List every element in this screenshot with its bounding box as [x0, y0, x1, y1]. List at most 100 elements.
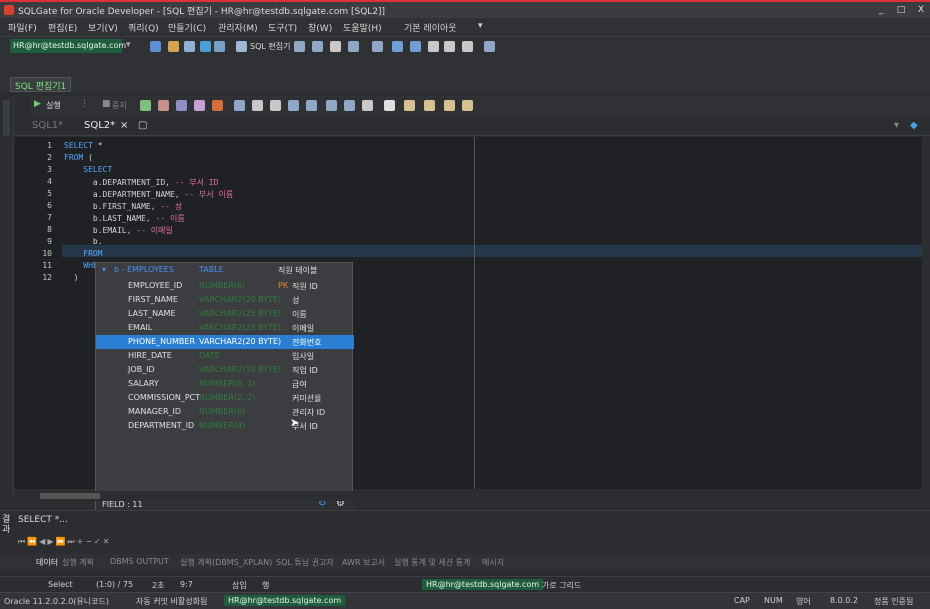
menu-window[interactable]: 창(W) [308, 21, 332, 34]
history-icon[interactable] [462, 100, 473, 111]
user-icon[interactable] [428, 41, 439, 52]
code-line[interactable]: b. [64, 237, 103, 246]
code-line[interactable]: SELECT [64, 165, 112, 174]
code-line[interactable]: b.FIRST_NAME, -- 성 [64, 201, 182, 212]
menu-file[interactable]: 파일(F) [8, 21, 37, 34]
play-icon[interactable]: ▶ [34, 99, 41, 109]
commit-icon[interactable] [140, 100, 151, 111]
window-icon[interactable] [392, 41, 403, 52]
step-icon[interactable]: ⋮ [80, 99, 89, 109]
results-query-tab[interactable]: SELECT *... [18, 515, 68, 525]
menu-edit[interactable]: 편집(E) [48, 21, 77, 34]
indent-icon[interactable] [288, 100, 299, 111]
uncomment-icon[interactable] [344, 100, 355, 111]
gear-icon[interactable] [330, 41, 341, 52]
autocomplete-item[interactable]: FIRST_NAME VARCHAR2(20 BYTE) 성 [96, 293, 354, 307]
code-line[interactable]: a.DEPARTMENT_ID, -- 부서 ID [64, 177, 219, 188]
format-icon[interactable] [194, 100, 205, 111]
minimize-button[interactable]: _ [872, 4, 890, 17]
autocomplete-item[interactable]: PHONE_NUMBER VARCHAR2(20 BYTE) 전화번호 [96, 335, 354, 349]
menu-help[interactable]: 도움말(H) [343, 21, 382, 34]
comment-icon[interactable] [326, 100, 337, 111]
connection-select[interactable]: HR@hr@testdb.sqlgate.com [10, 39, 126, 53]
compare-icon[interactable] [372, 41, 383, 52]
open-file-icon[interactable] [404, 100, 415, 111]
new-tab-icon[interactable]: ▢ [138, 120, 147, 131]
case-icon[interactable] [362, 100, 373, 111]
autocomplete-item[interactable]: LAST_NAME VARCHAR2(25 BYTE) 이름 [96, 307, 354, 321]
menu-view[interactable]: 보기(V) [88, 21, 118, 34]
bookmark-icon[interactable] [212, 100, 223, 111]
monitor-icon[interactable] [484, 41, 495, 52]
replace-icon[interactable] [252, 100, 263, 111]
close-button[interactable]: X [912, 4, 930, 17]
grid-view-icon[interactable] [270, 100, 281, 111]
chevron-down-icon[interactable]: ▾ [478, 21, 483, 31]
results-navigator[interactable]: ⏮⏪◀▶⏩⏭+−✓✕ [18, 537, 111, 547]
export-icon[interactable] [444, 41, 455, 52]
menu-tools[interactable]: 도구(T) [268, 21, 297, 34]
menu-admin[interactable]: 관리자(M) [218, 21, 258, 34]
editor-horizontal-scrollbar[interactable] [30, 491, 922, 501]
disconnect-icon[interactable] [214, 41, 225, 52]
sql-editor-label[interactable]: SQL 편집기 [250, 41, 290, 52]
tab-awr-report[interactable]: AWR 보고서 [342, 557, 385, 568]
brush-icon[interactable] [184, 41, 195, 52]
paste-icon[interactable] [444, 100, 455, 111]
side-panel-toggle[interactable] [3, 100, 10, 136]
autocomplete-item[interactable]: SALARY NUMBER(8, 2) 급여 [96, 377, 354, 391]
tab-sql-tuning[interactable]: SQL 튜닝 권고자 [276, 557, 334, 568]
status-grid-mode[interactable]: 가로 그리드 [542, 580, 581, 591]
autocomplete-item[interactable]: DEPARTMENT_ID NUMBER(4) 부서 ID [96, 419, 354, 433]
outdent-icon[interactable] [306, 100, 317, 111]
stop-button[interactable]: 중지 [112, 100, 127, 111]
tab-execution-stats[interactable]: 실행 통계 및 세션 통계 [394, 557, 470, 568]
pencil-icon[interactable] [168, 41, 179, 52]
layout-select[interactable]: 기본 레이아웃 [404, 21, 457, 34]
tab-messages[interactable]: 메시지 [482, 557, 504, 568]
menu-query[interactable]: 쿼리(Q) [128, 21, 159, 34]
tab-data[interactable]: 데이터 [36, 557, 58, 568]
connect-icon[interactable] [200, 41, 211, 52]
new-file-icon[interactable] [384, 100, 395, 111]
autocomplete-item[interactable]: COMMISSION_PCT NUMBER(2, 2) 커미션율 [96, 391, 354, 405]
tab-sql-editor-1[interactable]: SQL 편집기1 [10, 77, 72, 92]
code-line[interactable]: FROM ( [64, 153, 93, 162]
schema-icon[interactable] [312, 41, 323, 52]
save-icon[interactable] [150, 41, 161, 52]
rollback-icon[interactable] [158, 100, 169, 111]
code-line[interactable]: ) [64, 273, 79, 282]
menu-create[interactable]: 만들기(C) [168, 21, 206, 34]
autocomplete-popup[interactable]: ▾ b - EMPLOYEES TABLE 직원 테이블 EMPLOYEE_ID… [95, 262, 354, 513]
layout-icon[interactable] [410, 41, 421, 52]
tab-list-icon[interactable]: ▾ [894, 120, 899, 131]
tab-sql1[interactable]: SQL1* [32, 120, 63, 131]
scroll-thumb[interactable] [40, 493, 100, 499]
close-tab-icon[interactable]: × [120, 120, 128, 131]
sql-editor-icon[interactable] [236, 41, 247, 52]
tab-sql2[interactable]: SQL2* [84, 120, 115, 131]
table-icon[interactable] [294, 41, 305, 52]
code-line[interactable]: SELECT * [64, 141, 103, 150]
tab-dbms-output[interactable]: DBMS OUTPUT [110, 557, 169, 566]
chart-icon[interactable] [462, 41, 473, 52]
stop-icon[interactable]: ■ [102, 99, 111, 109]
explain-icon[interactable] [176, 100, 187, 111]
autocomplete-item[interactable]: EMPLOYEE_ID NUMBER(6) PK 직원 ID [96, 279, 354, 293]
copy-icon[interactable] [424, 100, 435, 111]
maximize-button[interactable]: □ [892, 4, 910, 17]
code-line[interactable]: b.LAST_NAME, -- 이름 [64, 213, 185, 224]
collapse-icon[interactable]: ▾ [102, 265, 106, 274]
run-button[interactable]: 실행 [46, 100, 61, 111]
grid-icon[interactable] [348, 41, 359, 52]
code-line[interactable]: FROM [64, 249, 102, 258]
autocomplete-item[interactable]: JOB_ID VARCHAR2(10 BYTE) 직업 ID [96, 363, 354, 377]
tab-dbms-xplan[interactable]: 실행 계획(DBMS_XPLAN) [180, 557, 272, 568]
autocomplete-item[interactable]: HIRE_DATE DATE 입사일 [96, 349, 354, 363]
code-line[interactable]: a.DEPARTMENT_NAME, -- 부서 이름 [64, 189, 233, 200]
autocomplete-item[interactable]: MANAGER_ID NUMBER(6) 관리자 ID [96, 405, 354, 419]
chevron-down-icon[interactable]: ▾ [126, 40, 131, 50]
find-icon[interactable] [234, 100, 245, 111]
tab-nav-icon[interactable]: ◆ [910, 120, 918, 131]
code-line[interactable]: b.EMAIL, -- 이메일 [64, 225, 173, 236]
